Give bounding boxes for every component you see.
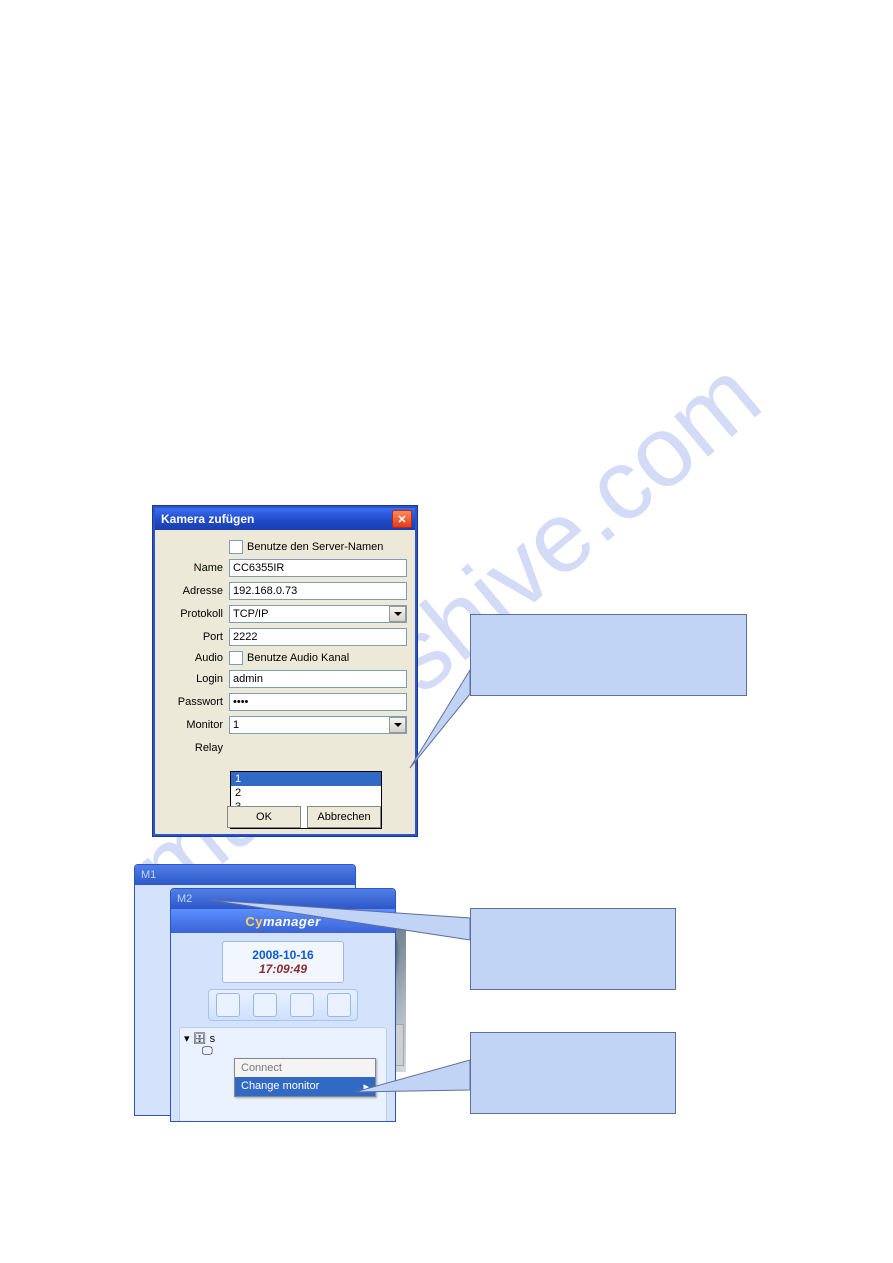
name-label: Name: [163, 562, 229, 574]
ok-button[interactable]: OK: [227, 806, 301, 828]
monitor-option-1[interactable]: 1: [231, 772, 381, 786]
close-icon[interactable]: ✕: [392, 510, 412, 528]
login-label: Login: [163, 673, 229, 685]
menu-connect[interactable]: Connect: [235, 1059, 375, 1077]
context-menu: Connect Change monitor ▸: [234, 1058, 376, 1097]
checkbox-icon: [229, 651, 243, 665]
relay-label: Relay: [163, 742, 229, 754]
audio-checkbox[interactable]: Benutze Audio Kanal: [229, 651, 349, 665]
monitor-option-2[interactable]: 2: [231, 786, 381, 800]
window-m2: M2 Cymanager 2008-10-16 17:09:49 ▾ 🗄 s 🖵…: [170, 888, 396, 1122]
window-m1-title: M1: [135, 865, 355, 885]
dialog-titlebar: Kamera zufügen ✕: [155, 508, 415, 530]
submenu-arrow-icon: ▸: [363, 1080, 369, 1093]
settings-icon[interactable]: [327, 993, 351, 1017]
camera-icon[interactable]: [253, 993, 277, 1017]
protocol-value: TCP/IP: [233, 608, 268, 620]
brand-rest: manager: [263, 914, 321, 929]
audio-value-label: Benutze Audio Kanal: [247, 652, 349, 664]
dialog-title: Kamera zufügen: [161, 512, 254, 526]
address-label: Adresse: [163, 585, 229, 597]
login-input[interactable]: [229, 670, 407, 688]
port-input[interactable]: [229, 628, 407, 646]
cancel-button[interactable]: Abbrechen: [307, 806, 381, 828]
use-server-name-checkbox[interactable]: Benutze den Server-Namen: [229, 540, 383, 554]
port-label: Port: [163, 631, 229, 643]
callout-window-m2: [470, 908, 676, 990]
chevron-down-icon: [389, 606, 406, 622]
window-m2-title: M2: [171, 889, 395, 909]
brand-prefix: Cy: [245, 914, 263, 929]
callout-change-monitor: [470, 1032, 676, 1114]
heart-icon[interactable]: [216, 993, 240, 1017]
name-input[interactable]: [229, 559, 407, 577]
time-label: 17:09:49: [259, 962, 307, 976]
protocol-select[interactable]: TCP/IP: [229, 605, 407, 623]
password-input[interactable]: [229, 693, 407, 711]
chevron-down-icon: [389, 717, 406, 733]
date-time-panel: 2008-10-16 17:09:49: [222, 941, 344, 983]
checkbox-icon: [229, 540, 243, 554]
app-screenshot: M1 M2 Cymanager 2008-10-16 17:09:49 ▾ 🗄 …: [134, 864, 398, 1120]
callout-monitor-select: [470, 614, 747, 696]
monitor-value: 1: [233, 719, 239, 731]
menu-change-monitor[interactable]: Change monitor ▸: [235, 1077, 375, 1096]
password-label: Passwort: [163, 696, 229, 708]
tree-item[interactable]: 🖵: [184, 1045, 382, 1058]
date-label: 2008-10-16: [252, 948, 313, 962]
monitor-label: Monitor: [163, 719, 229, 731]
tree-root[interactable]: ▾ 🗄 s: [184, 1032, 382, 1045]
protocol-label: Protokoll: [163, 608, 229, 620]
app-brand: Cymanager: [171, 909, 395, 933]
spectrum-icon[interactable]: [290, 993, 314, 1017]
use-server-name-label: Benutze den Server-Namen: [247, 541, 383, 553]
monitor-select[interactable]: 1: [229, 716, 407, 734]
device-tree[interactable]: ▾ 🗄 s 🖵 Connect Change monitor ▸: [179, 1027, 387, 1122]
audio-label: Audio: [163, 652, 229, 664]
add-camera-dialog: Kamera zufügen ✕ Benutze den Server-Name…: [153, 506, 417, 836]
address-input[interactable]: [229, 582, 407, 600]
menu-change-monitor-label: Change monitor: [241, 1080, 319, 1093]
toolbar: [208, 989, 358, 1021]
